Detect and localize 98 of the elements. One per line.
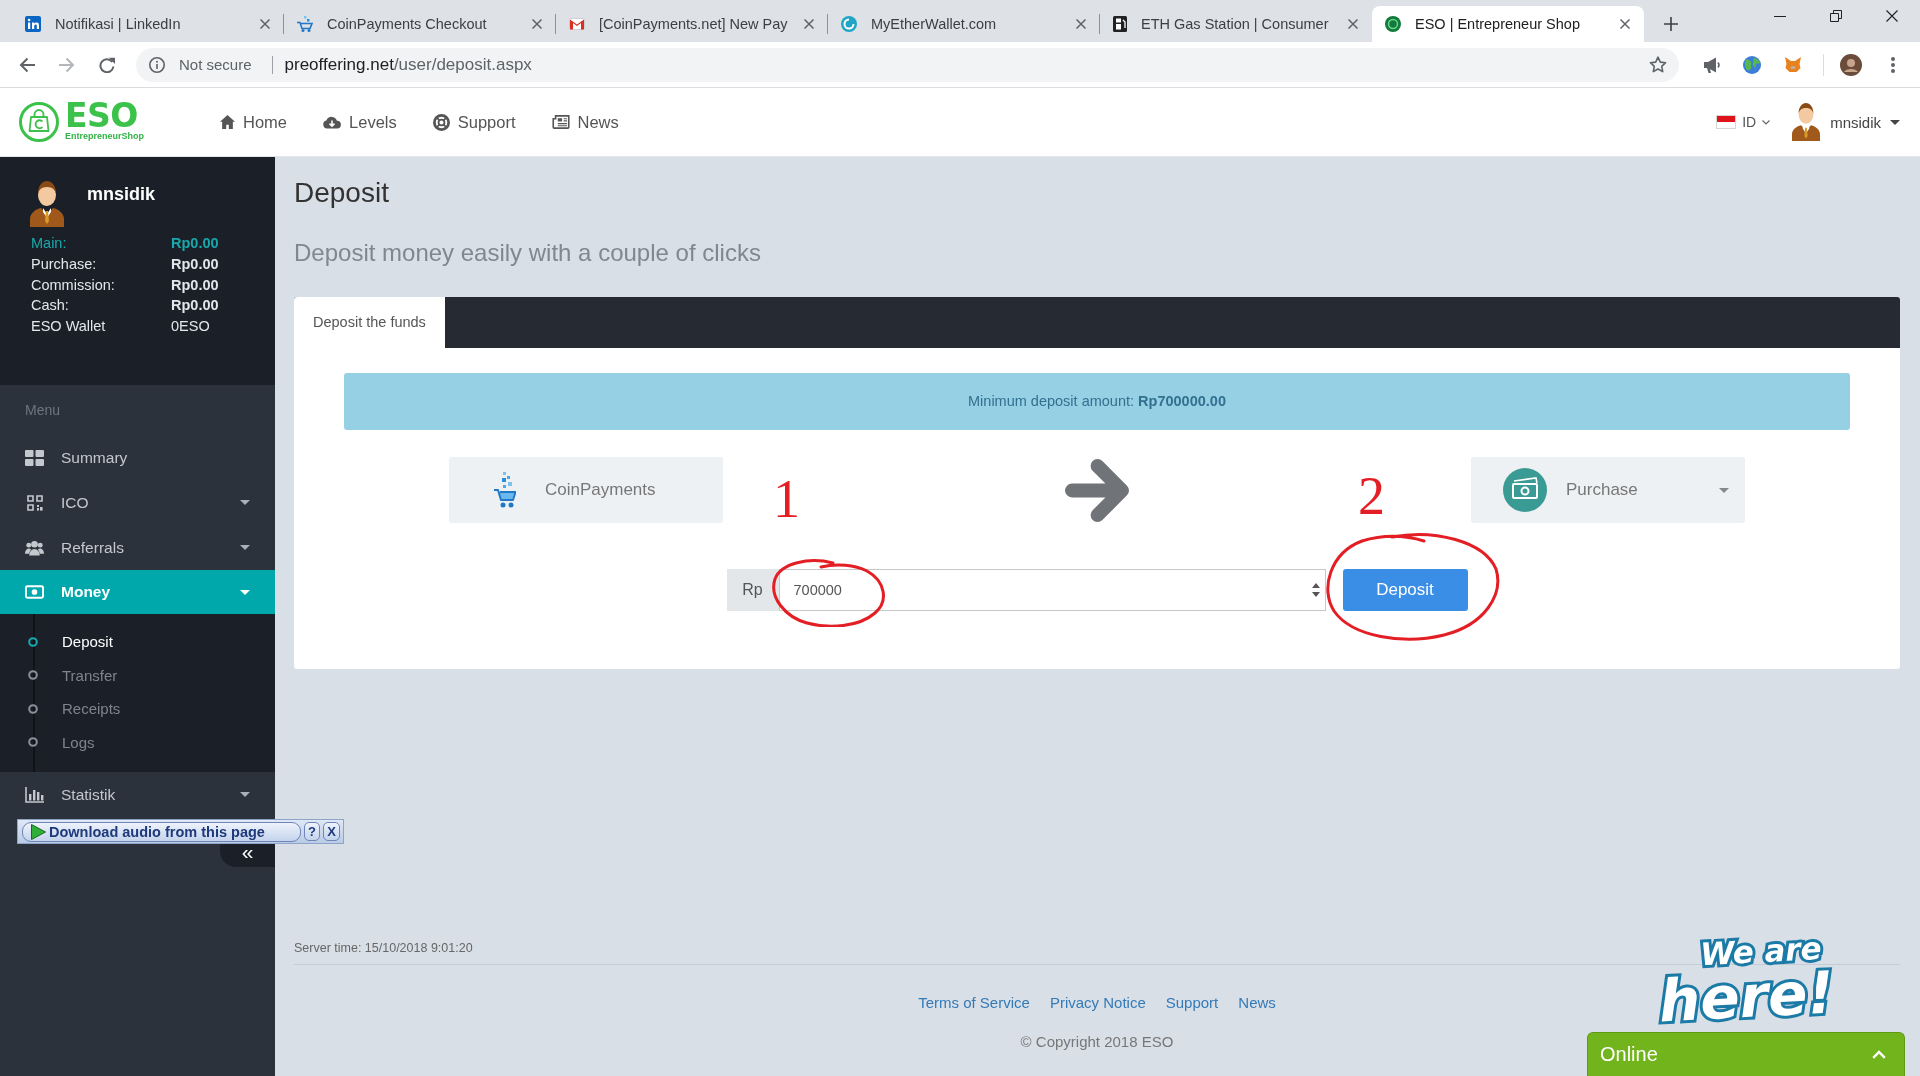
newspaper-icon — [551, 115, 570, 129]
help-button[interactable]: ? — [303, 822, 321, 841]
footer-link[interactable]: News — [1238, 993, 1276, 1013]
language-selector[interactable]: ID — [1716, 114, 1771, 130]
user-menu[interactable]: mnsidik — [1792, 103, 1900, 141]
caret-icon — [1890, 119, 1900, 125]
megaphone-icon[interactable] — [1703, 56, 1721, 73]
menu-heading: Menu — [25, 401, 61, 420]
banknote-icon — [1503, 468, 1547, 512]
reload-icon[interactable] — [99, 56, 115, 73]
bullet-icon — [28, 737, 38, 748]
menu-item[interactable]: ICO — [0, 480, 275, 525]
logo-tagline: EntrepreneurShop — [65, 131, 144, 142]
balance-label: Cash: — [31, 296, 70, 316]
address-bar[interactable]: Not secure preoffering.net/user/deposit.aspx — [136, 47, 1679, 82]
menu-item[interactable]: Referrals — [0, 525, 275, 570]
avatar-icon — [30, 181, 64, 227]
lifebuoy-icon — [432, 113, 450, 131]
browser-tab[interactable]: ESO | Entrepreneur Shop — [1372, 6, 1644, 42]
cart-icon — [494, 472, 516, 508]
nav-link[interactable]: Support — [432, 112, 516, 132]
annotation-number: 1 — [773, 472, 800, 526]
balance-label: Commission: — [31, 275, 116, 295]
balance-label: Purchase: — [31, 254, 98, 274]
restore-icon[interactable] — [1830, 10, 1842, 22]
info-icon — [149, 56, 165, 73]
fox-icon[interactable] — [1785, 57, 1801, 72]
annotation-number: 2 — [1358, 469, 1385, 523]
envelope-icon — [569, 18, 585, 30]
menu-item[interactable]: Statistik — [0, 772, 275, 817]
caret-icon — [1719, 487, 1729, 493]
bar-chart-icon — [25, 786, 44, 803]
close-button[interactable]: X — [323, 822, 340, 841]
bullet-icon — [28, 636, 38, 647]
submenu-item[interactable]: Receipts — [0, 692, 275, 726]
payment-method-card[interactable]: CoinPayments — [449, 457, 723, 523]
avatar-icon[interactable] — [1840, 53, 1862, 76]
security-label: Not secure — [179, 56, 252, 73]
logo-icon — [19, 102, 59, 142]
balance-value: Rp0.00 — [171, 234, 220, 253]
url-text: preoffering.net/user/deposit.aspx — [284, 54, 532, 75]
arrow-right-icon — [1065, 458, 1129, 522]
nav-link[interactable]: Levels — [323, 112, 397, 132]
amount-field[interactable]: 700000 — [778, 569, 1326, 611]
submenu-item[interactable]: Deposit — [0, 625, 275, 659]
globe-icon[interactable] — [1743, 55, 1761, 74]
currency-addon: Rp — [726, 569, 779, 611]
swirl-icon — [841, 16, 857, 32]
square-logo-icon — [25, 16, 41, 32]
footer-link[interactable]: Privacy Notice — [1049, 993, 1146, 1013]
server-time: Server time: 15/10/2018 9:01:20 — [294, 940, 473, 957]
wallet-value: 0ESO — [171, 317, 211, 337]
back-icon[interactable] — [19, 56, 35, 73]
browser-tab[interactable]: ETH Gas Station | Consumer — [1100, 6, 1372, 42]
fuel-pump-icon — [1113, 16, 1127, 32]
chevron-down-icon — [1762, 119, 1771, 125]
chat-badge-text: here! — [1658, 964, 1836, 1030]
page-title: Deposit — [294, 176, 389, 210]
nav-link[interactable]: Home — [220, 112, 288, 132]
profile-name: mnsidik — [87, 184, 156, 205]
users-icon — [25, 539, 44, 556]
ring-icon — [1385, 16, 1401, 32]
menu-item[interactable]: Summary — [0, 435, 275, 480]
flag-icon — [1716, 115, 1737, 129]
bullet-icon — [28, 703, 38, 714]
cloud-download-icon — [323, 115, 342, 129]
balance-label: Main: — [31, 234, 68, 253]
more-icon[interactable] — [1891, 56, 1895, 73]
copyright: © Copyright 2018 ESO — [1020, 1032, 1174, 1052]
collapse-button[interactable]: « — [220, 843, 275, 867]
spinner-icon[interactable] — [1311, 583, 1320, 597]
wallet-select[interactable]: Purchase — [1471, 457, 1745, 523]
balance-value: Rp0.00 — [171, 296, 220, 316]
close-icon[interactable] — [1886, 10, 1898, 22]
balance-value: Rp0.00 — [171, 275, 220, 295]
close-icon[interactable] — [1620, 19, 1630, 29]
qr-code-icon — [26, 494, 43, 511]
star-icon[interactable] — [1649, 56, 1667, 73]
chevron-up-icon — [1872, 1050, 1886, 1059]
panel-tab[interactable]: Deposit the funds — [294, 297, 445, 348]
bullet-icon — [28, 670, 38, 681]
submenu-item[interactable]: Logs — [0, 725, 275, 759]
minimize-icon[interactable] — [1774, 15, 1786, 17]
notice-banner: Minimum deposit amount: Rp700000.00 — [344, 373, 1850, 430]
page-subtitle: Deposit money easily with a couple of clicks — [294, 238, 761, 268]
play-icon — [31, 823, 46, 840]
plus-icon[interactable] — [1664, 17, 1678, 31]
banknote-icon — [25, 585, 44, 599]
download-audio-button[interactable]: Download audio from this page — [22, 821, 301, 842]
nav-link[interactable]: News — [551, 112, 619, 132]
balance-value: Rp0.00 — [171, 254, 220, 274]
logo-text: ESO — [65, 102, 138, 130]
wallet-label: ESO Wallet — [31, 317, 107, 337]
grid-icon — [25, 449, 44, 466]
submenu-item[interactable]: Transfer — [0, 658, 275, 692]
cart-icon — [297, 16, 313, 32]
home-icon — [220, 115, 235, 129]
avatar-icon — [1792, 103, 1821, 141]
